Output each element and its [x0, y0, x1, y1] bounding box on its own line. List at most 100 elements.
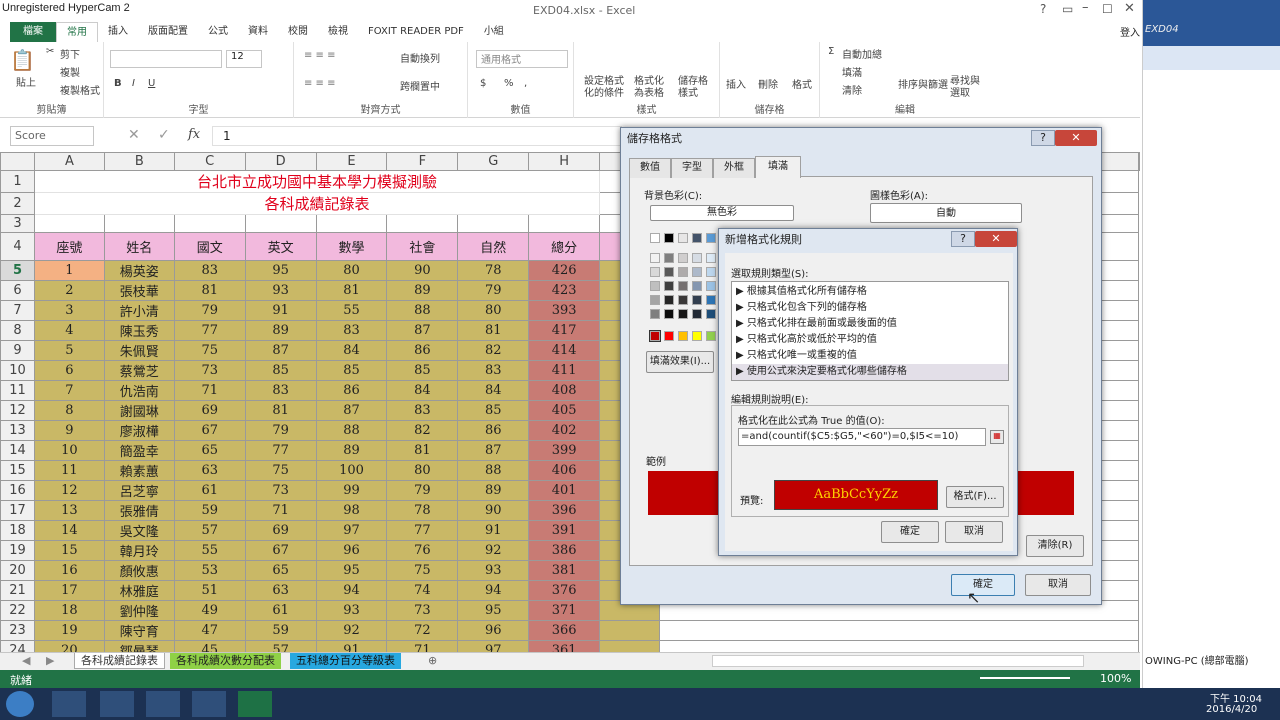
row-header[interactable]: 12 — [0, 399, 35, 421]
rule-type-item[interactable]: ▶ 只格式化包含下列的儲存格 — [736, 300, 867, 316]
data-cell[interactable]: 53 — [173, 559, 246, 581]
data-cell[interactable]: 376 — [528, 579, 601, 601]
data-cell[interactable]: 93 — [244, 279, 317, 301]
data-cell[interactable]: 405 — [528, 399, 601, 421]
data-cell[interactable]: 80 — [315, 259, 388, 281]
row-header[interactable]: 5 — [0, 259, 35, 281]
data-cell[interactable] — [599, 639, 660, 652]
data-cell[interactable]: 3 — [33, 299, 105, 321]
rule-cancel-button[interactable]: 取消 — [945, 521, 1003, 543]
data-cell[interactable]: 57 — [244, 639, 317, 652]
data-cell[interactable]: 55 — [315, 299, 388, 321]
tab-insert[interactable]: 插入 — [98, 22, 138, 42]
empty-cell[interactable] — [244, 213, 317, 233]
data-cell[interactable]: 63 — [173, 459, 246, 481]
data-cell[interactable]: 77 — [386, 519, 459, 541]
underline-button[interactable]: U — [148, 78, 155, 89]
data-cell[interactable]: 81 — [244, 399, 317, 421]
color-swatch[interactable] — [650, 253, 660, 263]
format-cells-button[interactable]: 格式 — [792, 76, 812, 91]
data-cell[interactable]: 74 — [386, 579, 459, 601]
data-cell[interactable]: 張枝華 — [103, 279, 175, 301]
data-cell[interactable]: 92 — [315, 619, 388, 641]
color-swatch[interactable] — [678, 233, 688, 243]
app-icon[interactable] — [100, 691, 134, 717]
color-swatch[interactable] — [706, 253, 716, 263]
data-cell[interactable]: 47 — [173, 619, 246, 641]
data-cell[interactable]: 85 — [386, 359, 459, 381]
column-header[interactable]: D — [244, 152, 317, 171]
color-swatch[interactable] — [664, 267, 674, 277]
number-format-box[interactable]: 通用格式 — [476, 50, 568, 68]
data-cell[interactable]: 71 — [244, 499, 317, 521]
data-cell[interactable]: 1 — [33, 259, 105, 281]
data-cell[interactable]: 408 — [528, 379, 601, 401]
data-cell[interactable]: 楊英姿 — [103, 259, 175, 281]
tab-review[interactable]: 校閱 — [278, 22, 318, 42]
data-cell[interactable]: 57 — [173, 519, 246, 541]
data-cell[interactable]: 謝國琳 — [103, 399, 175, 421]
data-cell[interactable]: 95 — [315, 559, 388, 581]
data-cell[interactable]: 59 — [173, 499, 246, 521]
data-cell[interactable]: 吳文隆 — [103, 519, 175, 541]
sheet-tab-distribution[interactable]: 各科成績次數分配表 — [170, 653, 281, 669]
data-cell[interactable]: 84 — [457, 379, 530, 401]
data-cell[interactable]: 許小清 — [103, 299, 175, 321]
data-cell[interactable]: 8 — [33, 399, 105, 421]
empty-cell[interactable] — [173, 213, 246, 233]
horizontal-scrollbar[interactable] — [712, 655, 1084, 667]
row-header[interactable]: 15 — [0, 459, 35, 481]
data-cell[interactable]: 79 — [173, 299, 246, 321]
empty-cell[interactable] — [528, 213, 601, 233]
data-cell[interactable]: 87 — [244, 339, 317, 361]
data-cell[interactable]: 61 — [244, 599, 317, 621]
data-cell[interactable]: 97 — [457, 639, 530, 652]
color-swatch[interactable] — [650, 281, 660, 291]
data-cell[interactable]: 99 — [315, 479, 388, 501]
row-header[interactable]: 23 — [0, 619, 35, 641]
data-cell[interactable]: 廖淑樺 — [103, 419, 175, 441]
enter-icon[interactable]: ✓ — [158, 127, 170, 143]
next-sheet-icon[interactable]: ▶ — [40, 653, 60, 669]
row-header[interactable]: 20 — [0, 559, 35, 581]
tab-page-layout[interactable]: 版面配置 — [138, 22, 198, 42]
clear-fill-button[interactable]: 清除(R) — [1026, 535, 1084, 557]
align-icon[interactable]: ≡ ≡ ≡ — [304, 50, 336, 61]
data-cell[interactable]: 仇浩南 — [103, 379, 175, 401]
data-cell[interactable]: 63 — [244, 579, 317, 601]
merge-center-button[interactable]: 跨欄置中 — [400, 78, 440, 93]
data-cell[interactable]: 96 — [457, 619, 530, 641]
row-header[interactable]: 13 — [0, 419, 35, 441]
clear-button[interactable]: 清除 — [842, 82, 862, 97]
data-cell[interactable]: 73 — [173, 359, 246, 381]
fx-icon[interactable]: fx — [188, 127, 200, 142]
empty-cell[interactable] — [386, 213, 459, 233]
comma-button[interactable]: , — [524, 78, 527, 89]
data-cell[interactable]: 81 — [173, 279, 246, 301]
data-cell[interactable]: 10 — [33, 439, 105, 461]
data-cell[interactable]: 83 — [244, 379, 317, 401]
color-swatch[interactable] — [664, 253, 674, 263]
data-cell[interactable]: 83 — [457, 359, 530, 381]
data-cell[interactable]: 93 — [457, 559, 530, 581]
wrap-text-button[interactable]: 自動換列 — [400, 50, 440, 65]
paste-button[interactable]: 貼上 — [16, 74, 36, 89]
prev-sheet-icon[interactable]: ◀ — [16, 653, 36, 669]
data-cell[interactable]: 73 — [386, 599, 459, 621]
data-cell[interactable]: 鄒曼琴 — [103, 639, 175, 652]
data-cell[interactable]: 393 — [528, 299, 601, 321]
select-all-corner[interactable] — [0, 152, 35, 171]
sheet-tab-records[interactable]: 各科成績記錄表 — [74, 653, 165, 669]
fill-button[interactable]: 填滿 — [842, 64, 862, 79]
data-cell[interactable]: 89 — [315, 439, 388, 461]
italic-button[interactable]: I — [132, 78, 135, 89]
data-cell[interactable]: 97 — [315, 519, 388, 541]
data-cell[interactable]: 406 — [528, 459, 601, 481]
formula-rule-input[interactable]: =and(countif($C5:$G5,"<60")=0,$I5<=10) — [738, 428, 986, 446]
data-cell[interactable]: 69 — [173, 399, 246, 421]
data-cell[interactable]: 張雅倩 — [103, 499, 175, 521]
font-name-box[interactable] — [110, 50, 222, 68]
data-cell[interactable]: 20 — [33, 639, 105, 652]
start-button[interactable] — [6, 691, 34, 717]
color-swatch[interactable] — [664, 295, 674, 305]
